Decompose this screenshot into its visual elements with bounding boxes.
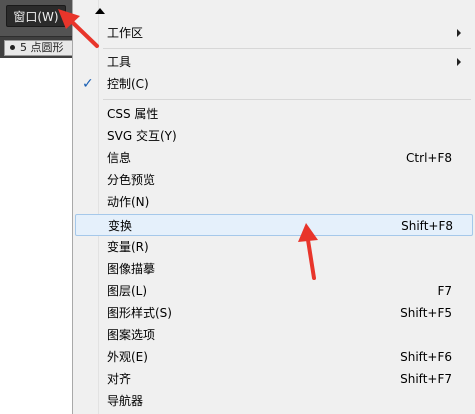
menu-item-align[interactable]: 对齐 Shift+F7 <box>73 368 473 390</box>
menu-item-label: 图形样式(S) <box>107 306 172 320</box>
menu-item-shortcut: Shift+F8 <box>401 219 453 233</box>
menu-item-shortcut: Shift+F7 <box>400 372 452 386</box>
menu-item-label: 外观(E) <box>107 350 148 364</box>
menu-separator <box>103 99 471 100</box>
canvas-area <box>0 58 75 414</box>
submenu-arrow-icon <box>457 29 461 37</box>
menu-item-label: 工作区 <box>107 26 144 40</box>
menu-item-separations-preview[interactable]: 分色预览 <box>73 169 473 191</box>
menu-item-label: 变量(R) <box>107 240 149 254</box>
menu-item-shortcut: Shift+F5 <box>400 306 452 320</box>
menu-item-label: 图案选项 <box>107 328 156 342</box>
window-menu-button[interactable]: 窗口(W) <box>6 5 66 27</box>
menu-item-graphic-styles[interactable]: 图形样式(S) Shift+F5 <box>73 302 473 324</box>
menu-item-image-trace[interactable]: 图像描摹 <box>73 258 473 280</box>
menu-separator <box>103 48 471 49</box>
menu-item-label: 变换 <box>108 219 133 233</box>
menu-item-label: 工具 <box>107 55 132 69</box>
menu-item-label: 分色预览 <box>107 173 156 187</box>
menu-item-label: SVG 交互(Y) <box>107 129 177 143</box>
menu-item-info[interactable]: 信息 Ctrl+F8 <box>73 147 473 169</box>
app-menubar: 窗口(W) <box>0 0 75 36</box>
brush-field-label: 5 点圆形 <box>20 41 64 54</box>
menu-item-navigator[interactable]: 导航器 <box>73 390 473 412</box>
menu-item-svg-interactivity[interactable]: SVG 交互(Y) <box>73 125 473 147</box>
submenu-arrow-icon <box>457 58 461 66</box>
menu-item-tools[interactable]: 工具 <box>73 51 473 73</box>
menu-item-layers[interactable]: 图层(L) F7 <box>73 280 473 302</box>
menu-item-label: 信息 <box>107 151 132 165</box>
menu-item-workspace[interactable]: 工作区 <box>73 22 473 44</box>
menu-item-label: 图层(L) <box>107 284 148 298</box>
menu-item-control[interactable]: ✓ 控制(C) <box>73 73 473 95</box>
menu-item-variables[interactable]: 变量(R) <box>73 236 473 258</box>
menu-item-transform[interactable]: 变换 Shift+F8 <box>75 214 473 236</box>
menu-item-css-properties[interactable]: CSS 属性 <box>73 103 473 125</box>
menu-item-pattern-options[interactable]: 图案选项 <box>73 324 473 346</box>
menu-item-shortcut: F7 <box>437 284 452 298</box>
menu-item-shortcut: Shift+F6 <box>400 350 452 364</box>
menu-item-label: CSS 属性 <box>107 107 159 121</box>
menu-item-shortcut: Ctrl+F8 <box>406 151 452 165</box>
window-dropdown-menu: 工作区 工具 ✓ 控制(C) CSS 属性 SVG 交互(Y) 信息 Ctrl+… <box>72 0 475 414</box>
brush-dot-icon <box>10 45 15 50</box>
checkmark-icon: ✓ <box>82 76 94 92</box>
scroll-up-arrow-icon <box>95 8 105 14</box>
menu-item-label: 导航器 <box>107 394 144 408</box>
menu-scroll-up[interactable] <box>73 0 475 22</box>
menu-item-label: 图像描摹 <box>107 262 156 276</box>
menu-item-label: 动作(N) <box>107 195 150 209</box>
menu-item-actions[interactable]: 动作(N) <box>73 191 473 213</box>
menu-item-label: 对齐 <box>107 372 132 386</box>
menu-item-label: 控制(C) <box>107 77 149 91</box>
control-bar: 5 点圆形 <box>0 36 84 59</box>
menu-item-appearance[interactable]: 外观(E) Shift+F6 <box>73 346 473 368</box>
